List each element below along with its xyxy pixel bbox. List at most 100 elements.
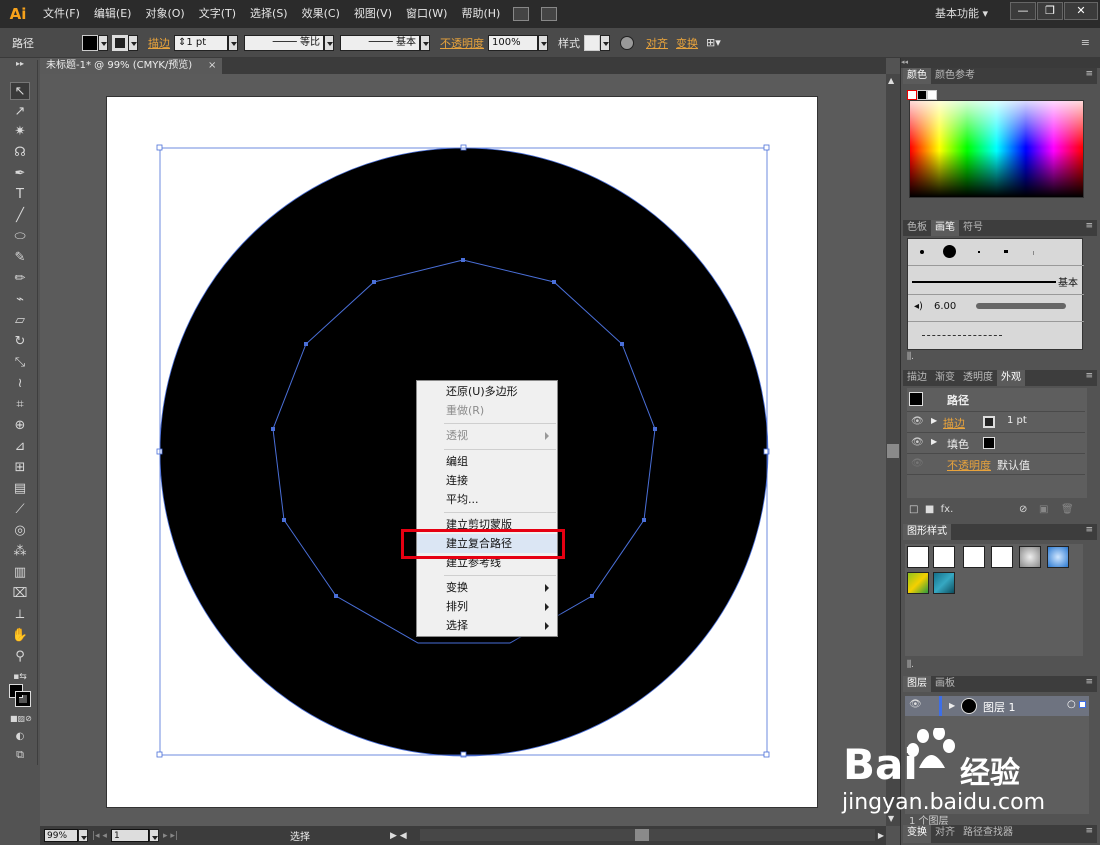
column-graph-tool-icon[interactable]: ▥ [10, 564, 30, 582]
style-swatch[interactable] [584, 34, 600, 51]
isolate-icon[interactable]: ⊞▾ [702, 36, 725, 49]
stroke-weight-field[interactable]: ⇕1 pt [174, 34, 228, 51]
zoom-tool-icon[interactable]: ⚲ [10, 648, 30, 666]
style-default[interactable] [907, 546, 929, 568]
layer-row[interactable]: 👁 ▶ 图层 1 ○ [905, 696, 1089, 716]
menu-object[interactable]: 对象(O) [138, 0, 191, 28]
zoom-dropdown[interactable] [78, 829, 88, 842]
status-mode[interactable]: 选择 [290, 828, 310, 843]
style-green-pattern[interactable] [907, 572, 929, 594]
scroll-up-icon[interactable]: ▲ [888, 76, 894, 85]
panel-menu-icon[interactable]: ≡ [1085, 677, 1093, 687]
screen-mode-icon[interactable]: ⧉ [10, 746, 30, 764]
slice-tool-icon[interactable]: ⟂ [10, 606, 30, 624]
appearance-stroke-row[interactable]: 👁 ▶ 描边 1 pt [907, 412, 1085, 433]
tab-stroke[interactable]: 描边 [903, 370, 931, 386]
status-menu-icon[interactable]: ▶ ◀ [390, 831, 407, 841]
first-artboard-icon[interactable]: |◂ ◂ [88, 831, 111, 841]
lasso-tool-icon[interactable]: ☊ [10, 144, 30, 162]
white-swatch[interactable] [927, 90, 937, 100]
tab-transparency[interactable]: 透明度 [959, 370, 997, 386]
tab-appearance[interactable]: 外观 [997, 370, 1025, 386]
ctx-join[interactable]: 连接 [417, 471, 557, 490]
free-transform-tool-icon[interactable]: ⌗ [10, 396, 30, 414]
blend-tool-icon[interactable]: ◎ [10, 522, 30, 540]
panel-menu-icon[interactable]: ≡ [1085, 826, 1093, 836]
zoom-field[interactable]: 99% [44, 829, 78, 842]
fill-dropdown[interactable] [98, 34, 108, 51]
brush-library[interactable]: 基本 ◂) 6.00 [907, 238, 1084, 350]
expand-arrow-icon[interactable]: ▶ [931, 416, 937, 425]
style-white[interactable] [963, 546, 985, 568]
tab-align[interactable]: 对齐 [931, 825, 959, 843]
menu-edit[interactable]: 编辑(E) [87, 0, 139, 28]
pencil-tool-icon[interactable]: ✏ [10, 270, 30, 288]
panel-menu-icon[interactable]: ≡ [1085, 525, 1093, 535]
artboard-dropdown[interactable] [148, 829, 159, 842]
workspace-switcher[interactable]: 基本功能 ▾ [935, 0, 988, 28]
layer-visibility-eye-icon[interactable]: 👁 [909, 699, 922, 710]
color-none-icon[interactable]: ■▨⊘ [10, 710, 32, 728]
stroke-swatch-mini[interactable] [983, 416, 995, 428]
mesh-tool-icon[interactable]: ⊞ [10, 459, 30, 477]
expand-arrow-icon[interactable]: ▶ [931, 437, 937, 446]
tab-swatches[interactable]: 色板 [903, 220, 931, 236]
horizontal-scroll-thumb[interactable] [635, 829, 649, 841]
color-spectrum[interactable] [909, 100, 1084, 198]
panel-menu-icon[interactable]: ≡ [1085, 221, 1093, 231]
stroke-weight-dropdown[interactable] [228, 34, 238, 51]
visibility-eye-icon[interactable]: 👁 [911, 416, 924, 427]
bridge-icon[interactable] [513, 7, 530, 21]
delete-item-icon[interactable]: 🗑 [1061, 504, 1074, 515]
tab-graphic-styles[interactable]: 图形样式 [903, 524, 951, 540]
blob-brush-tool-icon[interactable]: ⌁ [10, 291, 30, 309]
brush-dot-flat[interactable] [1004, 250, 1008, 253]
basic-brush-stroke[interactable] [912, 281, 1056, 283]
calligraphic-brushes-row[interactable] [908, 239, 1084, 266]
menu-effect[interactable]: 效果(C) [295, 0, 347, 28]
scroll-right-icon[interactable]: ▶ [878, 831, 884, 840]
opacity-link[interactable]: 不透明度 [436, 35, 488, 51]
brush-dot-small[interactable] [920, 250, 924, 254]
eyedropper-tool-icon[interactable]: ⟋ [10, 501, 30, 519]
ctx-redo[interactable]: 重做(R) [417, 401, 557, 420]
minimize-button[interactable]: — [1010, 2, 1036, 20]
stroke-swatch[interactable] [112, 34, 128, 51]
recolor-artwork-icon[interactable] [620, 35, 634, 50]
warp-tool-icon[interactable]: ≀ [10, 375, 30, 393]
style-dropdown[interactable] [600, 34, 610, 51]
drawing-mode-icon[interactable]: ◐ [10, 728, 30, 746]
rotate-tool-icon[interactable]: ↻ [10, 333, 30, 351]
profile-dropdown[interactable] [324, 34, 334, 51]
tab-brushes[interactable]: 画笔 [931, 220, 959, 236]
ctx-arrange[interactable]: 排列 [417, 597, 557, 616]
style-blue-pattern[interactable] [933, 572, 955, 594]
style-default-stroke[interactable] [933, 546, 955, 568]
ctx-average[interactable]: 平均... [417, 490, 557, 509]
scale-tool-icon[interactable]: ⤡ [10, 354, 30, 372]
brush-libraries-icon[interactable]: ⫼. [907, 352, 914, 362]
pen-tool-icon[interactable]: ✒ [10, 165, 30, 183]
symbol-sprayer-tool-icon[interactable]: ⁂ [10, 543, 30, 561]
stroke-link[interactable]: 描边 [144, 35, 174, 51]
ctx-perspective[interactable]: 透视 [417, 426, 557, 445]
layer-selection-indicator[interactable] [1079, 701, 1086, 708]
brush-dot-tiny[interactable] [978, 251, 980, 253]
tab-artboards[interactable]: 画板 [931, 676, 959, 692]
style-shadow[interactable] [991, 546, 1013, 568]
eraser-tool-icon[interactable]: ▱ [10, 312, 30, 330]
tab-gradient[interactable]: 渐变 [931, 370, 959, 386]
type-tool-icon[interactable]: T [10, 186, 30, 204]
document-tab[interactable]: 未标题-1* @ 99% (CMYK/预览) × [40, 58, 222, 74]
hand-tool-icon[interactable]: ✋ [10, 627, 30, 645]
stroke-color-icon[interactable] [15, 691, 31, 707]
appearance-opacity-link[interactable]: 不透明度 [947, 457, 991, 473]
tab-color-guide[interactable]: 颜色参考 [931, 68, 979, 84]
duplicate-item-icon[interactable]: ▣ [1039, 504, 1048, 515]
layer-expand-arrow-icon[interactable]: ▶ [949, 701, 955, 710]
menu-help[interactable]: 帮助(H) [454, 0, 507, 28]
add-stroke-icon[interactable]: □ [909, 504, 918, 515]
tab-color[interactable]: 颜色 [903, 68, 931, 84]
document-close-icon[interactable]: × [208, 58, 216, 74]
black-swatch[interactable] [917, 90, 927, 100]
